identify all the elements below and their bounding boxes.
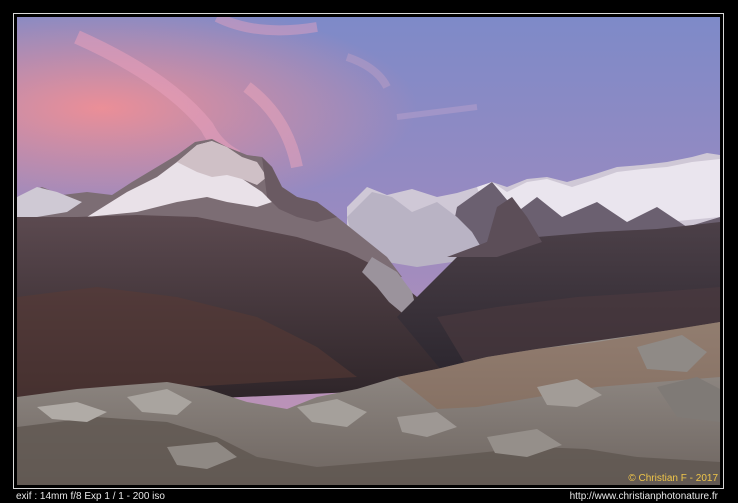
mountain-landscape-image <box>17 17 720 485</box>
photo-frame: © Christian F - 2017 exif : 14mm f/8 Exp… <box>0 0 738 503</box>
website-link[interactable]: http://www.christianphotonature.fr <box>570 491 718 502</box>
landscape-photo <box>17 17 720 485</box>
photo-credit: © Christian F - 2017 <box>628 473 718 484</box>
exif-info: exif : 14mm f/8 Exp 1 / 1 - 200 iso <box>16 491 165 502</box>
